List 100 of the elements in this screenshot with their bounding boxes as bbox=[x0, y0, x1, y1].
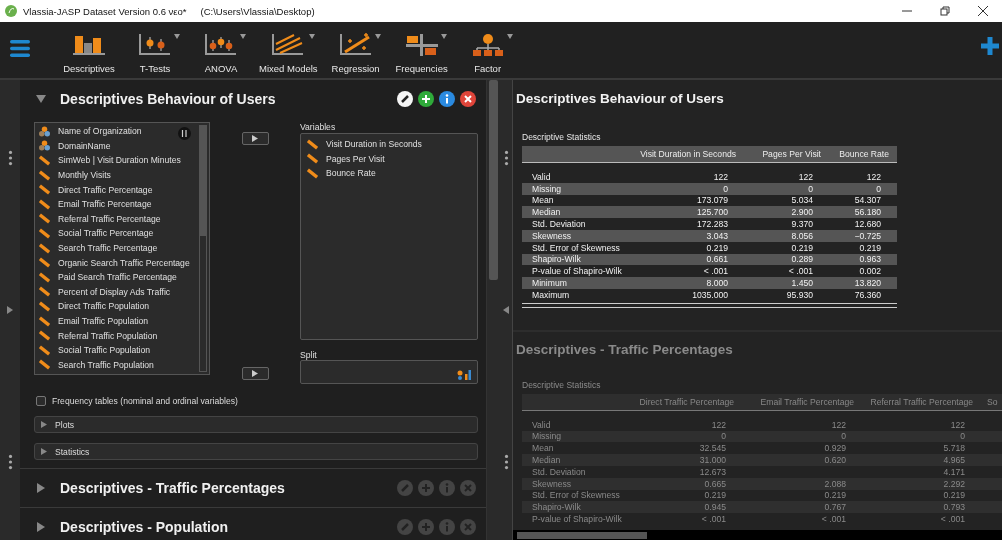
ruler-icon bbox=[307, 138, 318, 150]
table-cell: 8.000 bbox=[644, 277, 744, 289]
variable-item[interactable]: SimWeb | Visit Duration Minutes bbox=[39, 153, 181, 168]
drag-handle-icon[interactable] bbox=[503, 454, 509, 470]
menu-icon[interactable] bbox=[10, 40, 30, 57]
table-cell-text: 76.360 bbox=[853, 288, 882, 301]
variable-item[interactable]: Pages Per Visit bbox=[307, 151, 385, 167]
row-label: P-value of Shapiro-Wilk bbox=[531, 265, 623, 278]
scrollbar[interactable] bbox=[199, 125, 207, 372]
caret-icon[interactable] bbox=[174, 34, 180, 39]
info-icon[interactable] bbox=[439, 91, 455, 107]
variable-item[interactable]: Referral Traffic Percentage bbox=[39, 211, 161, 227]
ruler-icon bbox=[39, 315, 50, 327]
table-cell-text: 5.718 bbox=[942, 442, 966, 455]
caret-icon[interactable] bbox=[506, 34, 513, 39]
toolbar-button[interactable]: Factor bbox=[456, 32, 519, 78]
caret-icon[interactable] bbox=[308, 34, 315, 39]
caret-icon[interactable] bbox=[440, 34, 447, 39]
variable-item[interactable]: DomainName bbox=[39, 138, 111, 154]
table-cell-text: 122 bbox=[865, 171, 882, 183]
variable-item[interactable]: Direct Traffic Population bbox=[39, 299, 150, 314]
column-header: Pages Per Visit bbox=[744, 146, 829, 163]
caret-icon[interactable] bbox=[240, 34, 246, 39]
analysis-title[interactable]: Descriptives - Traffic Percentages bbox=[60, 480, 285, 496]
variable-item[interactable]: Organic Search Traffic Percentage bbox=[39, 255, 190, 270]
table-cell-text: 12.673 bbox=[698, 465, 727, 478]
variable-item[interactable]: Monthly Visits bbox=[39, 167, 111, 183]
restore-icon[interactable] bbox=[940, 6, 950, 16]
analysis-title[interactable]: Descriptives - Population bbox=[60, 519, 229, 535]
variable-item[interactable]: Referral Traffic Population bbox=[39, 328, 158, 343]
table-cell: 4.965 bbox=[862, 454, 981, 466]
table-cell: 1.450 bbox=[744, 277, 829, 289]
variable-item[interactable]: Paid Search Traffic Percentage bbox=[39, 269, 177, 285]
drag-handle-icon[interactable] bbox=[503, 150, 509, 166]
variable-item[interactable]: Social Traffic Population bbox=[39, 342, 151, 358]
sort-icon[interactable] bbox=[178, 127, 191, 140]
toolbar-button[interactable]: Frequencies bbox=[390, 32, 453, 78]
close-icon[interactable] bbox=[460, 91, 476, 107]
row-label: Valid bbox=[531, 418, 552, 431]
toolbar-button[interactable]: Regression bbox=[324, 32, 387, 78]
expand-icon bbox=[41, 421, 47, 428]
collapse-icon[interactable] bbox=[36, 94, 46, 104]
checkbox[interactable] bbox=[36, 396, 46, 406]
variable-item[interactable]: Email Traffic Percentage bbox=[39, 196, 152, 212]
field-label: Split bbox=[300, 350, 318, 361]
table-cell-text: 12.680 bbox=[853, 218, 882, 230]
close-icon[interactable] bbox=[978, 6, 988, 16]
variable-item[interactable]: Bounce Rate bbox=[307, 166, 376, 181]
table-cell-text: 0.929 bbox=[823, 442, 847, 455]
scrollbar[interactable] bbox=[513, 530, 1002, 540]
table-cell: 0 bbox=[742, 430, 862, 443]
table-cell: 0.661 bbox=[644, 253, 744, 266]
expand-icon[interactable] bbox=[7, 306, 13, 314]
variable-item[interactable]: Social Traffic Percentage bbox=[39, 226, 154, 241]
drag-handle-icon[interactable] bbox=[7, 454, 13, 470]
ruler-icon bbox=[307, 168, 318, 179]
column-header: Bounce Rate bbox=[829, 146, 897, 163]
collapse-icon[interactable] bbox=[503, 306, 509, 314]
drag-handle-icon[interactable] bbox=[7, 150, 13, 166]
toolbar-button[interactable]: ANOVA bbox=[190, 32, 252, 78]
move-button[interactable] bbox=[241, 367, 269, 380]
variables-box[interactable]: Visit Duration in Seconds Pages Per Visit Bounce Rate bbox=[300, 133, 478, 340]
edit-icon[interactable] bbox=[397, 91, 413, 107]
window-title: Vlassia-JASP Dataset Version 0.6 νεο* bbox=[23, 5, 187, 17]
add-icon[interactable] bbox=[418, 91, 434, 107]
table-cell-text: 0.002 bbox=[858, 265, 882, 278]
ruler-icon bbox=[39, 286, 50, 298]
table-cell-text: 122 bbox=[830, 418, 847, 431]
caret-icon[interactable] bbox=[374, 34, 381, 39]
analysis-title[interactable]: Descriptives Behaviour of Users bbox=[60, 91, 276, 107]
toolbar-button[interactable]: Descriptives bbox=[58, 32, 120, 78]
table-cell-text: < .001 bbox=[820, 513, 847, 525]
scatter-plot-icon bbox=[337, 32, 374, 58]
row-label: Mean bbox=[531, 194, 555, 207]
expand-icon[interactable] bbox=[36, 522, 46, 532]
move-button[interactable] bbox=[241, 132, 269, 145]
variable-item[interactable]: Direct Traffic Percentage bbox=[39, 182, 153, 197]
toolbar-button[interactable]: Mixed Models bbox=[256, 32, 321, 78]
ruler-icon bbox=[307, 153, 318, 165]
field-label: Variables bbox=[300, 122, 337, 133]
section-header[interactable]: Plots bbox=[34, 416, 478, 433]
variable-item[interactable]: Search Traffic Population bbox=[39, 357, 154, 373]
variable-item[interactable]: Percent of Display Ads Traffic bbox=[39, 284, 171, 300]
variable-item[interactable]: Search Traffic Percentage bbox=[39, 240, 158, 256]
ruler-icon bbox=[39, 213, 50, 225]
table-cell: 125.700 bbox=[644, 206, 744, 219]
row-label: P-value of Shapiro-Wilk bbox=[531, 513, 623, 525]
expand-icon[interactable] bbox=[36, 483, 46, 493]
variable-item[interactable]: Name of Organization bbox=[39, 124, 142, 139]
toolbar-button[interactable]: T-Tests bbox=[124, 32, 186, 78]
ruler-icon bbox=[39, 155, 50, 166]
table-cell-text: 0.219 bbox=[858, 241, 882, 254]
variable-item[interactable]: Email Traffic Population bbox=[39, 313, 149, 329]
scrollbar[interactable] bbox=[487, 80, 500, 540]
table-cell: 0.793 bbox=[862, 501, 981, 514]
table-cell-text: 122 bbox=[712, 171, 729, 183]
table-cell-text: < .001 bbox=[700, 513, 727, 525]
section-header[interactable]: Statistics bbox=[34, 443, 478, 460]
variable-item[interactable]: Visit Duration in Seconds bbox=[307, 137, 422, 152]
table-cell-text: 32.545 bbox=[698, 442, 727, 455]
